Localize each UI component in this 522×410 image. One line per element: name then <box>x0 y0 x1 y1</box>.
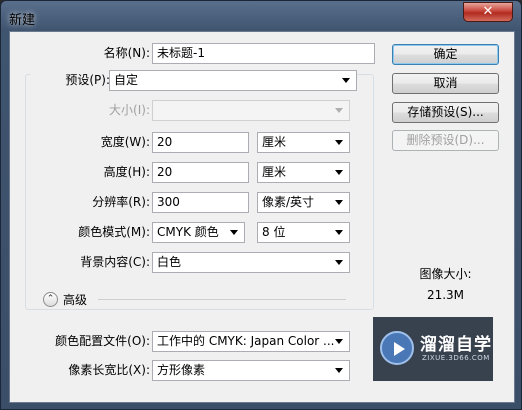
height-input[interactable]: 20 <box>152 162 249 183</box>
pixel-aspect-value: 方形像素 <box>157 363 206 377</box>
cancel-button[interactable]: 取消 <box>392 73 499 94</box>
resolution-unit-value: 像素/英寸 <box>262 195 315 209</box>
new-document-dialog: 新建 ✕ 名称(N): 未标题-1 预设(P): 自定 大小(I): 宽度(W)… <box>0 0 522 410</box>
background-label: 背景内容(C): <box>80 255 150 269</box>
advanced-divider <box>98 299 346 300</box>
pixel-aspect-label: 像素长宽比(X): <box>68 363 150 377</box>
title-bar[interactable]: 新建 ✕ <box>1 1 521 31</box>
color-mode-select[interactable]: CMYK 颜色 <box>152 222 245 243</box>
pixel-aspect-select[interactable]: 方形像素 <box>152 360 350 381</box>
width-unit-value: 厘米 <box>262 135 287 149</box>
chevron-down-icon <box>335 368 343 373</box>
chevron-up-icon: ⌃ <box>46 294 55 304</box>
preset-select[interactable]: 自定 <box>109 70 357 91</box>
advanced-label: 高级 <box>63 293 88 307</box>
chevron-down-icon <box>335 260 343 265</box>
preset-select-value: 自定 <box>114 73 139 87</box>
watermark-subtext: ZIXUE.3D66.COM <box>422 354 490 362</box>
color-profile-label: 颜色配置文件(O): <box>55 334 150 348</box>
preset-label: 预设(P): <box>30 70 110 90</box>
image-size-value: 21.3M <box>426 288 465 302</box>
size-label: 大小(I): <box>109 103 150 117</box>
play-logo-icon <box>380 331 414 365</box>
bit-depth-value: 8 位 <box>262 225 286 239</box>
name-input[interactable]: 未标题-1 <box>152 43 375 64</box>
width-label: 宽度(W): <box>100 135 150 149</box>
chevron-down-icon <box>335 170 343 175</box>
chevron-down-icon <box>335 339 343 344</box>
ok-button[interactable]: 确定 <box>392 44 499 65</box>
play-icon <box>394 342 405 356</box>
width-unit-select[interactable]: 厘米 <box>257 132 350 153</box>
color-profile-select[interactable]: 工作中的 CMYK: Japan Color ... <box>152 331 350 352</box>
resolution-input[interactable]: 300 <box>152 192 249 213</box>
advanced-toggle-button[interactable]: ⌃ <box>43 292 58 307</box>
delete-preset-button[interactable]: 删除预设(D)... <box>392 130 499 151</box>
width-input[interactable]: 20 <box>152 132 249 153</box>
resolution-label: 分辨率(R): <box>92 195 150 209</box>
height-label: 高度(H): <box>103 165 150 179</box>
image-size-label: 图像大小: <box>419 267 472 281</box>
height-unit-select[interactable]: 厘米 <box>257 162 350 183</box>
background-select[interactable]: 白色 <box>152 252 350 273</box>
watermark-text: 溜溜自学 <box>420 335 492 355</box>
resolution-unit-select[interactable]: 像素/英寸 <box>257 192 350 213</box>
color-profile-value: 工作中的 CMYK: Japan Color ... <box>157 334 335 348</box>
background-value: 白色 <box>157 255 182 269</box>
chevron-down-icon <box>335 200 343 205</box>
bit-depth-select[interactable]: 8 位 <box>257 222 350 243</box>
dialog-title: 新建 <box>9 13 36 28</box>
color-mode-value: CMYK 颜色 <box>157 225 219 239</box>
watermark: 溜溜自学 ZIXUE.3D66.COM <box>373 317 493 381</box>
chevron-down-icon <box>335 140 343 145</box>
chevron-down-icon <box>342 78 350 83</box>
chevron-down-icon <box>335 108 343 113</box>
close-button[interactable]: ✕ <box>463 2 513 22</box>
name-label: 名称(N): <box>103 46 150 60</box>
size-select[interactable] <box>152 100 350 121</box>
height-unit-value: 厘米 <box>262 165 287 179</box>
close-icon: ✕ <box>482 4 494 19</box>
color-mode-label: 颜色模式(M): <box>78 225 150 239</box>
chevron-down-icon <box>230 230 238 235</box>
chevron-down-icon <box>335 230 343 235</box>
save-preset-button[interactable]: 存储预设(S)... <box>392 102 499 123</box>
